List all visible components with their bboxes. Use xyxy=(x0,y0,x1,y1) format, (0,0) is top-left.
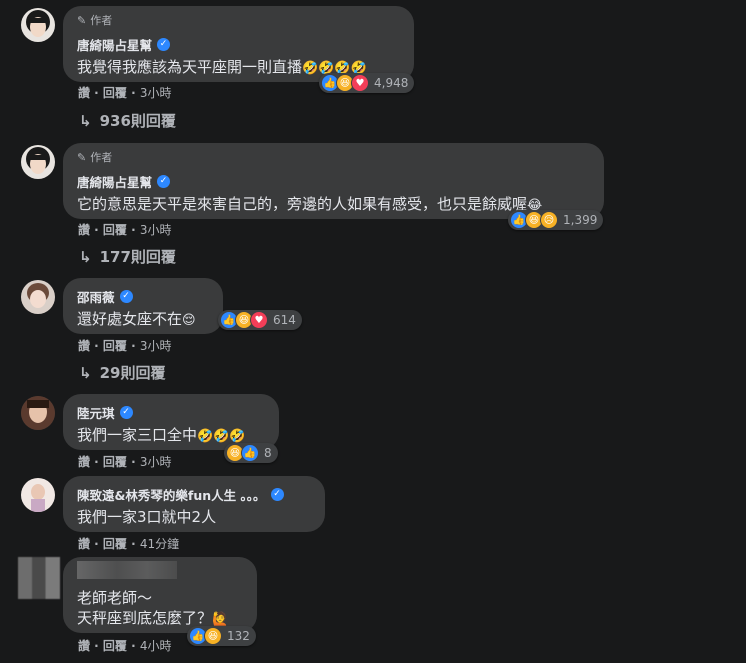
sad-reaction-icon: 😥 xyxy=(540,211,558,229)
author-avatar-image xyxy=(21,145,55,179)
commenter-name[interactable]: 陸元琪 ✓ xyxy=(77,403,133,422)
comment-bubble: 陸元琪 ✓ 我們一家三口全中🤣🤣🤣 xyxy=(63,394,279,450)
reaction-count: 614 xyxy=(273,313,296,327)
view-replies-link[interactable]: ↳ 29則回覆 xyxy=(79,362,165,383)
avatar[interactable] xyxy=(21,396,55,430)
author-badge: ✎ 作者 xyxy=(77,149,112,165)
like-reaction-icon: 👍 xyxy=(241,444,259,462)
commenter-name[interactable]: 陳致遠&林秀琴的樂fun人生 。。。 ✓ xyxy=(77,485,284,504)
like-reply-links[interactable]: 讚 · 回覆 · xyxy=(78,86,136,100)
timestamp[interactable]: 3小時 xyxy=(140,455,172,469)
comment-actions[interactable]: 讚 · 回覆 · 3小時 xyxy=(78,337,171,354)
reaction-summary[interactable]: 👍 😆 ♥ 4,948 xyxy=(319,73,415,93)
commenter-avatar-image xyxy=(21,478,55,512)
timestamp[interactable]: 4小時 xyxy=(140,639,172,653)
timestamp[interactable]: 41分鐘 xyxy=(140,537,179,551)
verified-badge-icon: ✓ xyxy=(157,175,171,188)
emoji-rofl: 🤣🤣🤣 xyxy=(197,429,246,444)
comment-actions[interactable]: 讚 · 回覆 · 3小時 xyxy=(78,84,171,101)
like-reply-links[interactable]: 讚 · 回覆 · xyxy=(78,639,136,653)
comment-bubble: ✎ 作者 唐綺陽占星幫 ✓ 它的意思是天平是來害自己的，旁邊的人如果有感受，也只… xyxy=(63,143,604,219)
pencil-icon: ✎ xyxy=(77,13,87,27)
replies-count[interactable]: 177則回覆 xyxy=(100,246,176,267)
comment-actions[interactable]: 讚 · 回覆 · 4小時 xyxy=(78,637,171,654)
view-replies-link[interactable]: ↳ 177則回覆 xyxy=(79,246,176,267)
comment-bubble: 陳致遠&林秀琴的樂fun人生 。。。 ✓ 我們一家3口就中2人 xyxy=(63,476,325,532)
reaction-count: 4,948 xyxy=(374,76,409,90)
comment-actions[interactable]: 讚 · 回覆 · 41分鐘 xyxy=(78,535,179,552)
redacted-commenter-name[interactable] xyxy=(77,561,177,579)
verified-badge-icon: ✓ xyxy=(119,290,133,303)
comment-text-body: 我們一家三口全中 xyxy=(77,426,198,444)
haha-reaction-icon: 😆 xyxy=(204,627,222,645)
avatar[interactable] xyxy=(21,8,55,42)
comment-text: 我們一家三口全中🤣🤣🤣 xyxy=(77,424,246,445)
commenter-name-text[interactable]: 唐綺陽占星幫 xyxy=(77,35,152,54)
commenter-name-text[interactable]: 陳致遠&林秀琴的樂fun人生 。。。 xyxy=(77,485,266,504)
love-reaction-icon: ♥ xyxy=(250,311,268,329)
reaction-summary[interactable]: 👍 😆 ♥ 614 xyxy=(218,310,302,330)
reaction-count: 8 xyxy=(264,446,272,460)
author-tag-label: 作者 xyxy=(90,14,113,27)
comment-text: 它的意思是天平是來害自己的，旁邊的人如果有感受，也只是餘威喔😂 xyxy=(77,193,542,214)
timestamp[interactable]: 3小時 xyxy=(140,223,172,237)
author-badge: ✎ 作者 xyxy=(77,12,112,28)
comment-text-body-2: 天秤座到底怎麼了？ xyxy=(77,609,213,627)
comment-text-body: 我覺得我應該為天平座開一則直播 xyxy=(77,58,303,76)
avatar[interactable] xyxy=(21,145,55,179)
comment-text-line-1: 老師老師～ xyxy=(77,587,152,608)
comment-bubble: 邵雨薇 ✓ 還好處女座不在😌 xyxy=(63,278,223,334)
like-reply-links[interactable]: 讚 · 回覆 · xyxy=(78,455,136,469)
reaction-count: 1,399 xyxy=(563,213,598,227)
reply-arrow-icon: ↳ xyxy=(79,111,92,130)
commenter-avatar-image xyxy=(21,280,55,314)
reaction-summary[interactable]: 👍 😆 😥 1,399 xyxy=(508,210,604,230)
reply-arrow-icon: ↳ xyxy=(79,247,92,266)
timestamp[interactable]: 3小時 xyxy=(140,86,172,100)
view-replies-link[interactable]: ↳ 936則回覆 xyxy=(79,110,176,131)
emoji-raising-hand: 🙋 xyxy=(212,612,229,627)
comment-text: 還好處女座不在😌 xyxy=(77,308,196,329)
love-reaction-icon: ♥ xyxy=(351,74,369,92)
commenter-avatar-image xyxy=(21,396,55,430)
comment-text-body: 我們一家3口就中2人 xyxy=(77,508,217,526)
commenter-name-text[interactable]: 唐綺陽占星幫 xyxy=(77,172,152,191)
commenter-name[interactable]: 邵雨薇 ✓ xyxy=(77,287,133,306)
commenter-name-text[interactable]: 邵雨薇 xyxy=(77,287,115,306)
commenter-name[interactable]: 唐綺陽占星幫 ✓ xyxy=(77,172,171,191)
reaction-summary[interactable]: 😆 👍 8 xyxy=(224,443,278,463)
like-reply-links[interactable]: 讚 · 回覆 · xyxy=(78,339,136,353)
comment-bubble: ✎ 作者 唐綺陽占星幫 ✓ 我覺得我應該為天平座開一則直播🤣🤣🤣🤣 xyxy=(63,6,414,82)
emoji-relieved: 😌 xyxy=(182,313,196,328)
author-avatar-image xyxy=(21,8,55,42)
comment-text-body-1: 老師老師～ xyxy=(77,589,153,607)
reaction-summary[interactable]: 👍 😆 132 xyxy=(187,626,256,646)
replies-count[interactable]: 936則回覆 xyxy=(100,110,176,131)
commenter-name-text[interactable]: 陸元琪 xyxy=(77,403,115,422)
replies-count[interactable]: 29則回覆 xyxy=(100,362,166,383)
like-reply-links[interactable]: 讚 · 回覆 · xyxy=(78,223,136,237)
avatar[interactable] xyxy=(21,478,55,512)
verified-badge-icon: ✓ xyxy=(157,38,171,51)
comment-text-body: 它的意思是天平是來害自己的，旁邊的人如果有感受，也只是餘威喔 xyxy=(77,195,528,213)
comment-text: 我們一家3口就中2人 xyxy=(77,506,216,527)
like-reply-links[interactable]: 讚 · 回覆 · xyxy=(78,537,136,551)
comment-text-line-2: 天秤座到底怎麼了？🙋 xyxy=(77,607,228,628)
verified-badge-icon: ✓ xyxy=(270,488,284,501)
reaction-count: 132 xyxy=(227,629,250,643)
comment-text-body: 還好處女座不在 xyxy=(77,310,183,328)
pencil-icon: ✎ xyxy=(77,150,87,164)
avatar[interactable] xyxy=(21,280,55,314)
comment-actions[interactable]: 讚 · 回覆 · 3小時 xyxy=(78,221,171,238)
timestamp[interactable]: 3小時 xyxy=(140,339,172,353)
reply-arrow-icon: ↳ xyxy=(79,363,92,382)
author-tag-label: 作者 xyxy=(90,151,113,164)
comment-actions[interactable]: 讚 · 回覆 · 3小時 xyxy=(78,453,171,470)
redacted-avatar[interactable] xyxy=(18,557,60,599)
verified-badge-icon: ✓ xyxy=(119,406,133,419)
commenter-name[interactable]: 唐綺陽占星幫 ✓ xyxy=(77,35,171,54)
comment-bubble: 老師老師～ 天秤座到底怎麼了？🙋 xyxy=(63,557,257,633)
